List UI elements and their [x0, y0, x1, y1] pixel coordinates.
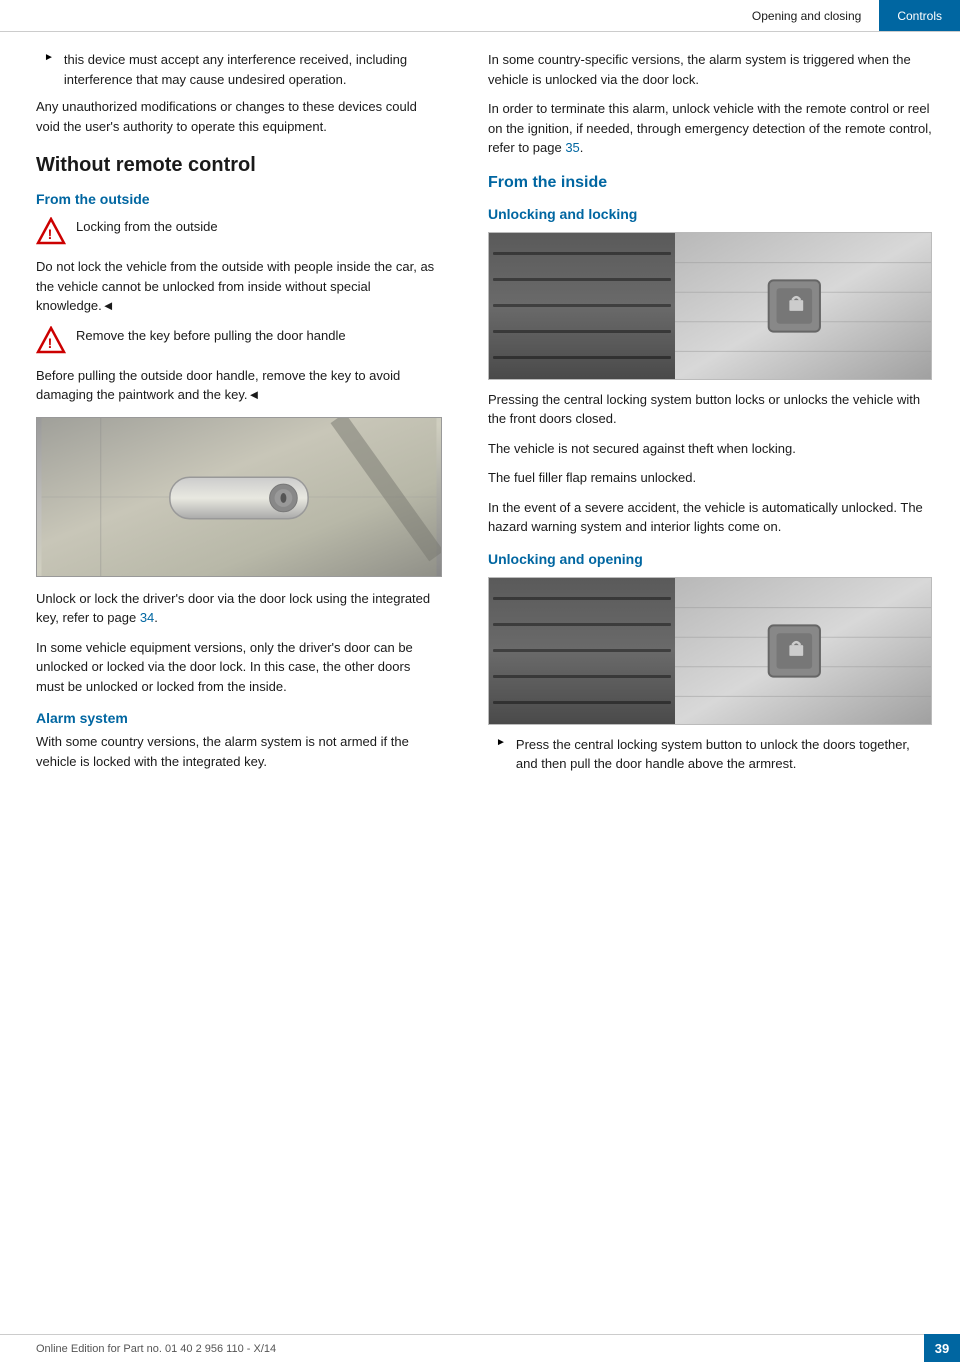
bullet-text-1: this device must accept any interference… — [64, 50, 442, 89]
locking-text-2: The vehicle is not secured against theft… — [488, 439, 932, 459]
warning-label-1: Locking from the outside — [76, 217, 218, 237]
warning-box-2: ! Remove the key before pulling the door… — [36, 326, 442, 356]
caption-1-link[interactable]: 34 — [140, 610, 154, 625]
subsection-inside: From the inside — [488, 174, 932, 192]
bullet-item-1: ► this device must accept any interferen… — [36, 50, 442, 89]
page-footer: Online Edition for Part no. 01 40 2 956 … — [0, 1334, 960, 1362]
groove-2 — [493, 278, 671, 281]
section-title-remote-control: Without remote control — [36, 154, 442, 177]
groove-4 — [493, 330, 671, 333]
bullet-icon-1: ► — [44, 52, 54, 89]
nav-controls: Controls — [879, 0, 960, 31]
page-number: 39 — [924, 1334, 960, 1362]
alarm-text-left: With some country versions, the alarm sy… — [36, 732, 442, 771]
bullet-text-opening: Press the central locking system button … — [516, 735, 932, 774]
groove-9 — [493, 675, 671, 678]
groove-5 — [493, 356, 671, 359]
locking-text-1: Pressing the central locking system butt… — [488, 390, 932, 429]
opening-panel-image — [488, 577, 932, 725]
panel-grooves-2 — [489, 578, 675, 724]
right-column: In some country-specific versions, the a… — [470, 50, 960, 782]
groove-6 — [493, 597, 671, 600]
bullet-opening: ► Press the central locking system butto… — [488, 735, 932, 774]
groove-1 — [493, 252, 671, 255]
subsection-unlocking-locking: Unlocking and locking — [488, 206, 932, 222]
alarm-text-right-1: In some country-specific versions, the a… — [488, 50, 932, 89]
panel-grooves — [489, 233, 675, 379]
locking-text-3: The fuel filler flap remains unlocked. — [488, 468, 932, 488]
bullet-icon-opening: ► — [496, 737, 506, 774]
left-column: ► this device must accept any interferen… — [0, 50, 470, 782]
groove-8 — [493, 649, 671, 652]
locking-text-4: In the event of a severe accident, the v… — [488, 498, 932, 537]
locking-panel-image — [488, 232, 932, 380]
caption-2: In some vehicle equipment versions, only… — [36, 638, 442, 697]
warning-box-1: ! Locking from the outside — [36, 217, 442, 247]
caption-1: Unlock or lock the driver's door via the… — [36, 589, 442, 628]
warning-icon-2: ! — [36, 326, 66, 356]
page-header: Opening and closing Controls — [0, 0, 960, 32]
panel-right — [675, 233, 931, 379]
warning-body-1: Do not lock the vehicle from the outside… — [36, 257, 442, 316]
door-handle-image — [36, 417, 442, 577]
subsection-alarm: Alarm system — [36, 710, 442, 726]
svg-text:!: ! — [48, 226, 53, 242]
groove-3 — [493, 304, 671, 307]
body-text-1: Any unauthorized modifications or change… — [36, 97, 442, 136]
subsection-unlocking-opening: Unlocking and opening — [488, 551, 932, 567]
subsection-outside: From the outside — [36, 191, 442, 207]
page-content: ► this device must accept any interferen… — [0, 32, 960, 782]
warning-icon-1: ! — [36, 217, 66, 247]
footer-text: Online Edition for Part no. 01 40 2 956 … — [36, 1343, 276, 1355]
nav-opening-closing: Opening and closing — [734, 0, 879, 31]
panel-right-2 — [675, 578, 931, 724]
alarm-link[interactable]: 35 — [565, 140, 579, 155]
groove-7 — [493, 623, 671, 626]
svg-text:!: ! — [48, 335, 53, 351]
header-nav: Opening and closing Controls — [734, 0, 960, 31]
alarm-text-right-2: In order to terminate this alarm, unlock… — [488, 99, 932, 158]
warning-label-2: Remove the key before pulling the door h… — [76, 326, 346, 346]
groove-10 — [493, 701, 671, 704]
warning-body-2: Before pulling the outside door handle, … — [36, 366, 442, 405]
